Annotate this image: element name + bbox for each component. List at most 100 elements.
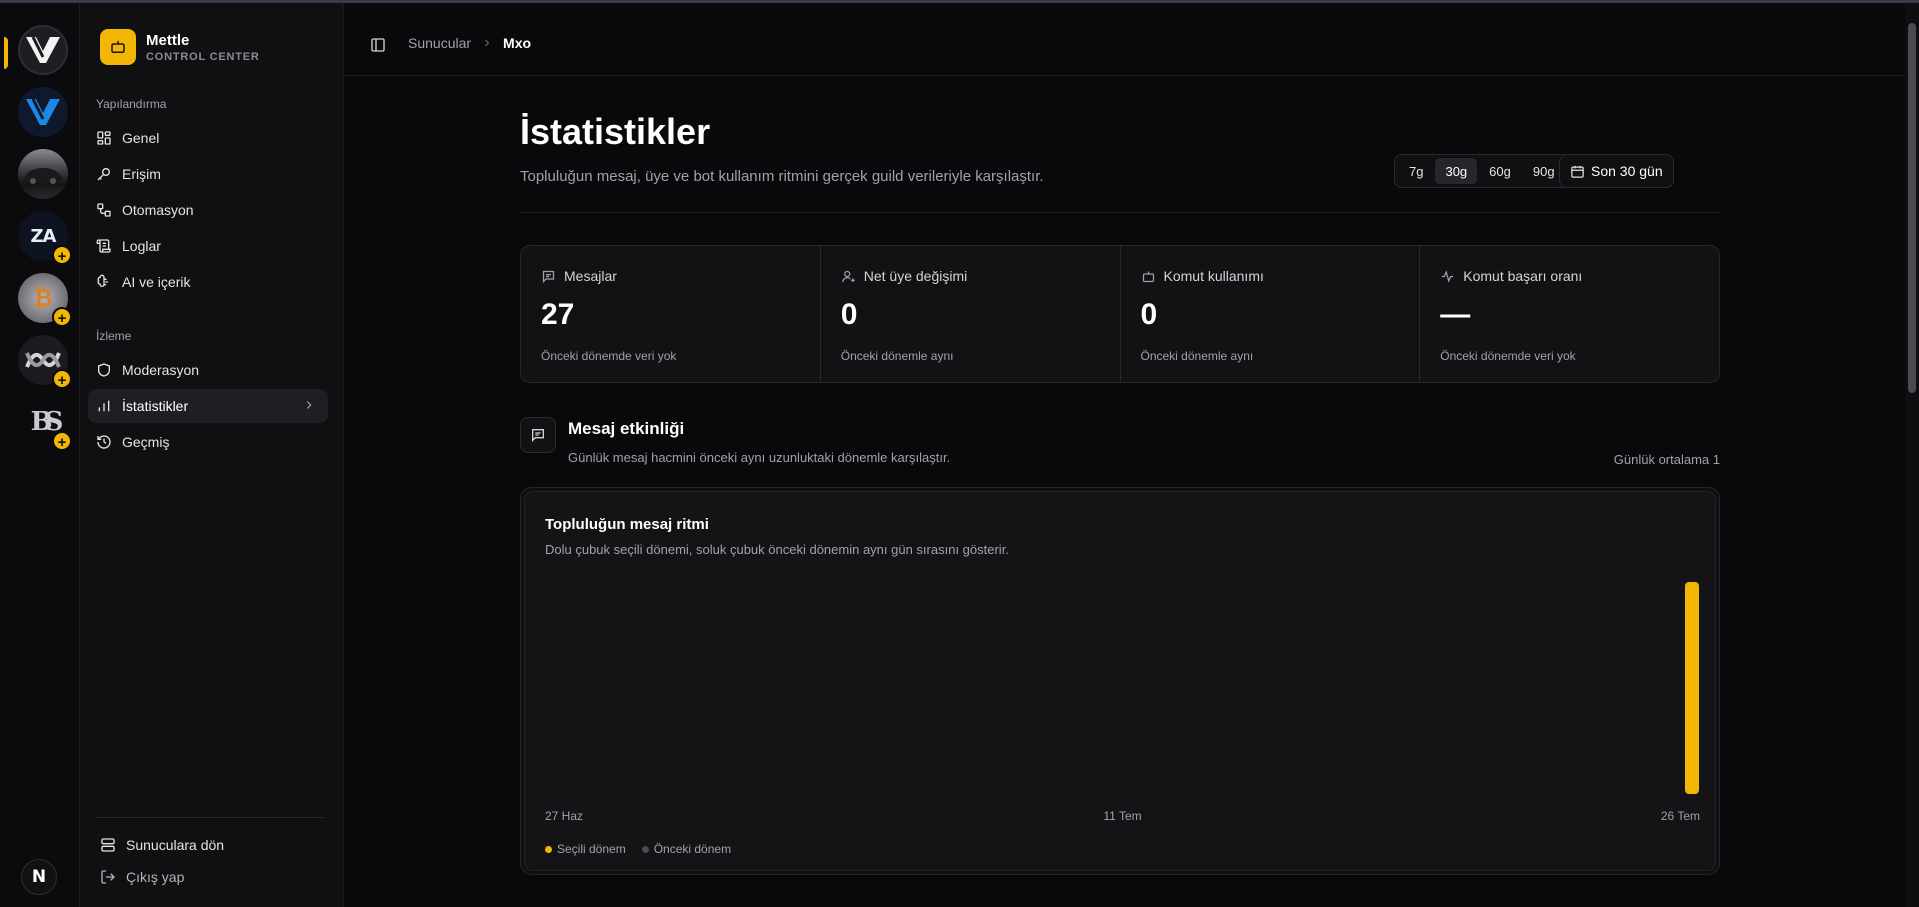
app-root: ZA + ₿ + + BS + N Mettle CONTROL CENTER … (0, 3, 1919, 907)
server-icon-6[interactable]: + (18, 335, 72, 389)
nav-item-genel[interactable]: Genel (88, 121, 328, 155)
chart-title: Topluluğun mesaj ritmi (545, 516, 709, 533)
server-icon-4[interactable]: ZA + (18, 211, 72, 265)
brand-subtitle: CONTROL CENTER (146, 50, 260, 63)
nav-item-gecmis[interactable]: Geçmiş (88, 425, 328, 459)
legend-dot (545, 845, 552, 853)
stat-label: Komut kullanımı (1163, 268, 1264, 284)
pending-badge: + (52, 245, 72, 265)
bar-selected-period[interactable] (1685, 582, 1699, 794)
stat-note: Önceki dönemde veri yok (1440, 349, 1576, 363)
bitcoin-icon: ₿ (33, 283, 53, 312)
server-icon-5[interactable]: ₿ + (18, 273, 72, 327)
legend-label: Önceki dönem (653, 842, 732, 856)
breadcrumb: Sunucular Mxo (408, 35, 531, 51)
x-axis-labels: 27 Haz 11 Tem 26 Tem (545, 809, 1700, 825)
stat-card-commands: Komut kullanımı 0 Önceki dönemle aynı (1121, 246, 1421, 382)
top-header: Sunucular Mxo (344, 3, 1919, 76)
stat-value: 0 (840, 298, 858, 331)
chevron-right-icon (306, 401, 312, 409)
chart-subtitle: Dolu çubuk seçili dönemi, soluk çubuk ön… (545, 542, 1009, 557)
legend-dot (641, 845, 649, 853)
brain-icon (97, 274, 108, 287)
stat-value: 27 (541, 298, 575, 331)
server-rail: ZA + ₿ + + BS + N (0, 3, 80, 907)
stat-note: Önceki dönemle aynı (1140, 349, 1254, 363)
brand-name: Mettle (146, 31, 190, 49)
chart-inner: Topluluğun mesaj ritmi Dolu çubuk seçili… (524, 491, 1716, 871)
range-option-60g[interactable]: 60g (1479, 158, 1521, 184)
legend-item-previous[interactable]: Önceki dönem (641, 842, 732, 856)
nav-item-loglar[interactable]: Loglar (88, 229, 328, 263)
active-server-indicator (4, 37, 8, 69)
brand: Mettle CONTROL CENTER (100, 29, 260, 65)
stat-note: Önceki dönemle aynı (840, 349, 954, 363)
breadcrumb-root[interactable]: Sunucular (408, 35, 471, 51)
nav-item-label: Erişim (122, 166, 161, 182)
page-scrollbar[interactable] (1905, 3, 1919, 907)
pending-badge: + (52, 369, 72, 389)
nav-sidebar: Mettle CONTROL CENTER Yapılandırma Genel… (80, 3, 344, 907)
nav-item-erisim[interactable]: Erişim (88, 157, 328, 191)
stats-panel: Mesajlar 27 Önceki dönemde veri yok Net … (520, 245, 1720, 383)
chevron-right-icon (485, 39, 490, 47)
nav-item-moderasyon[interactable]: Moderasyon (88, 353, 328, 387)
server-initials: ZA (30, 225, 57, 247)
date-range-button[interactable]: Son 30 gün (1559, 154, 1674, 188)
message-icon (542, 270, 555, 283)
section-label-config: Yapılandırma (96, 97, 167, 111)
user-plus-icon (841, 270, 855, 282)
stat-label: Net üye değişimi (863, 268, 968, 284)
page-title: İstatistikler (520, 111, 711, 152)
bot-logo-icon (100, 29, 136, 65)
logout-label: Çıkış yap (126, 869, 185, 885)
bot-icon (1142, 271, 1154, 282)
pending-badge: + (52, 431, 72, 451)
nav-item-ai[interactable]: AI ve içerik (88, 265, 328, 299)
nav-item-label: Geçmiş (122, 434, 170, 450)
grid-icon (97, 131, 111, 145)
logout-icon (101, 870, 115, 884)
nav-item-label: Moderasyon (122, 362, 200, 378)
server-icon-1[interactable] (18, 25, 68, 75)
nav-item-istatistikler[interactable]: İstatistikler (88, 389, 328, 423)
nav-item-label: AI ve içerik (122, 274, 191, 290)
sidebar-divider (96, 817, 324, 818)
header-divider (520, 212, 1720, 213)
activity-icon (1442, 269, 1454, 283)
shield-icon (98, 363, 110, 377)
scrollbar-thumb[interactable] (1908, 23, 1916, 393)
stat-card-messages: Mesajlar 27 Önceki dönemde veri yok (521, 246, 821, 382)
calendar-icon (1571, 165, 1584, 178)
server-stack-icon (101, 838, 115, 852)
stat-value: — (1440, 298, 1471, 331)
main-area: Sunucular Mxo İstatistikler Topluluğun m… (344, 3, 1919, 907)
x-tick-label: 26 Tem (1660, 809, 1700, 823)
activity-title: Mesaj etkinliği (568, 419, 685, 438)
nav-item-label: Genel (122, 130, 160, 146)
server-icon-2[interactable] (18, 87, 68, 137)
stat-card-members: Net üye değişimi 0 Önceki dönemle aynı (821, 246, 1121, 382)
stat-note: Önceki dönemde veri yok (541, 349, 677, 363)
server-icon-7[interactable]: BS + (18, 397, 72, 451)
message-rhythm-chart (1685, 582, 1699, 794)
nav-item-otomasyon[interactable]: Otomasyon (88, 193, 328, 227)
activity-subtitle: Günlük mesaj hacmini önceki aynı uzunluk… (568, 450, 951, 465)
range-option-30g[interactable]: 30g (1435, 158, 1478, 184)
activity-section-icon (520, 417, 556, 453)
logout-link[interactable]: Çıkış yap (100, 869, 184, 885)
pending-badge: + (52, 307, 72, 327)
range-option-7g[interactable]: 7g (1399, 158, 1433, 184)
server-icon-3[interactable] (18, 149, 68, 199)
stat-label: Komut başarı oranı (1463, 268, 1583, 284)
app-menu-button[interactable]: N (21, 859, 57, 895)
stat-card-success-rate: Komut başarı oranı — Önceki dönemde veri… (1420, 246, 1719, 382)
chart-legend: Seçili dönem Önceki dönem (545, 842, 731, 856)
legend-item-selected[interactable]: Seçili dönem (545, 842, 626, 856)
sidebar-toggle-icon[interactable] (370, 37, 386, 53)
back-to-servers-link[interactable]: Sunuculara dön (100, 837, 224, 853)
chart-card: Topluluğun mesaj ritmi Dolu çubuk seçili… (520, 487, 1720, 875)
nav-item-label: Otomasyon (122, 202, 194, 218)
breadcrumb-current: Mxo (503, 35, 532, 51)
daily-average: Günlük ortalama 1 (1613, 452, 1720, 467)
